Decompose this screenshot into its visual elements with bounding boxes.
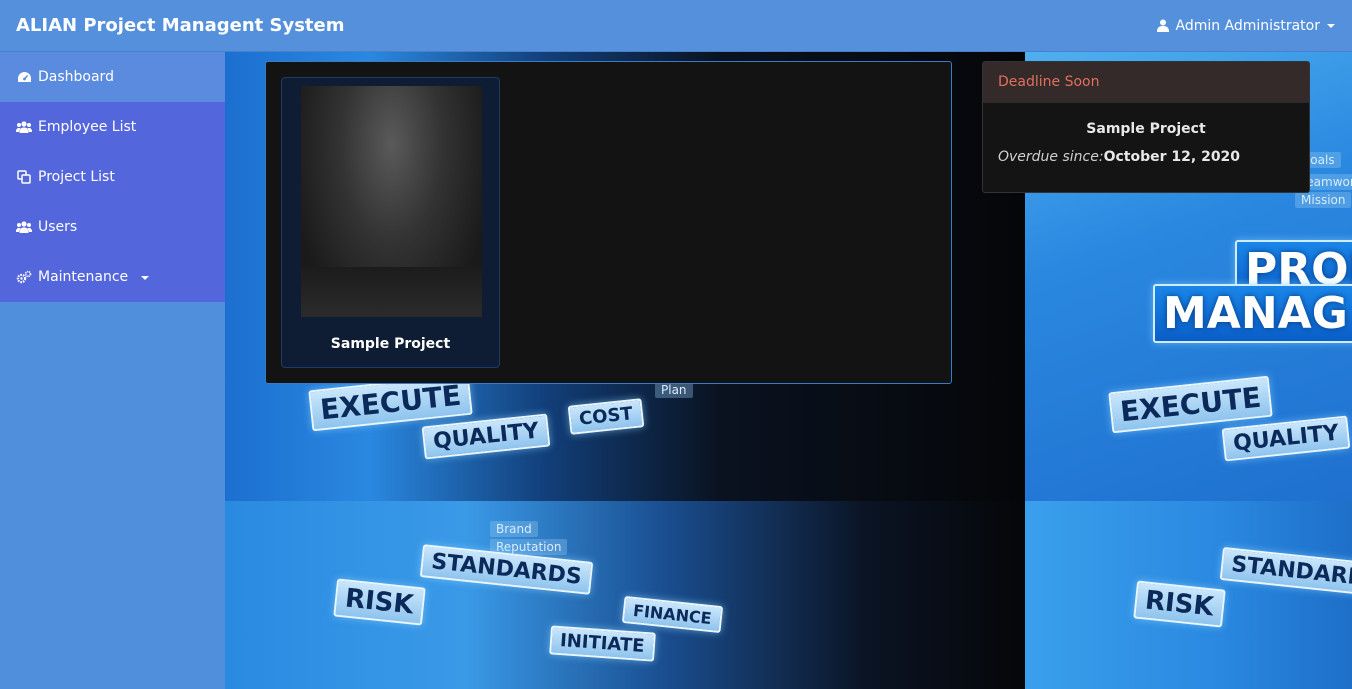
- top-navbar: ALIAN Project Managent System Admin Admi…: [0, 0, 1352, 52]
- overdue-label: Overdue since:: [998, 149, 1104, 165]
- bg-sign: QUALITY: [421, 413, 551, 460]
- cogs-icon: [16, 269, 32, 285]
- caret-down-icon: [140, 269, 150, 285]
- sidebar-item-users[interactable]: Users: [0, 202, 225, 252]
- sidebar-item-label: Maintenance: [38, 269, 129, 285]
- user-icon: [1157, 19, 1170, 32]
- deadline-project-name[interactable]: Sample Project: [983, 121, 1309, 137]
- bg-sign: RISK: [1133, 580, 1226, 628]
- bg-label: Plan: [655, 382, 693, 398]
- overdue-date: October 12, 2020: [1103, 149, 1241, 165]
- caret-down-icon: [1326, 23, 1336, 29]
- sidebar-item-label: Dashboard: [38, 69, 114, 85]
- project-card[interactable]: Sample Project: [281, 77, 500, 368]
- sidebar-item-project-list[interactable]: Project List: [0, 152, 225, 202]
- background-tile: Brand Reputation STANDARDS RISK FINANCE …: [225, 501, 1025, 689]
- project-title: Sample Project: [330, 336, 451, 352]
- bg-sign: EXECUTE: [1108, 375, 1274, 434]
- sidebar-item-maintenance[interactable]: Maintenance: [0, 252, 225, 302]
- bg-sign: INITIATE: [549, 625, 656, 662]
- deadline-card: Deadline Soon Sample Project Overdue sin…: [982, 61, 1310, 193]
- copy-icon: [16, 169, 32, 185]
- users-icon: [16, 219, 32, 235]
- sidebar-item-dashboard[interactable]: Dashboard: [0, 52, 225, 102]
- sidebar: Dashboard Employee List Project List Use…: [0, 52, 225, 689]
- deadline-header: Deadline Soon: [983, 62, 1309, 103]
- deadline-overdue: Overdue since:October 12, 2020: [983, 149, 1309, 165]
- project-thumbnail: [301, 86, 482, 317]
- bg-sign: COST: [567, 398, 645, 435]
- dashboard-icon: [16, 69, 32, 85]
- background-tile: STANDARD RISK: [1025, 501, 1352, 689]
- bg-label: Brand: [490, 521, 538, 537]
- sidebar-item-label: Employee List: [38, 119, 137, 135]
- bg-label: Mission: [1295, 192, 1352, 208]
- sidebar-item-employee-list[interactable]: Employee List: [0, 102, 225, 152]
- user-name: Admin Administrator: [1175, 17, 1320, 34]
- projects-panel: Sample Project: [265, 61, 952, 384]
- bg-sign: QUALITY: [1221, 415, 1351, 462]
- users-icon: [16, 119, 32, 135]
- sidebar-item-label: Project List: [38, 169, 115, 185]
- app-title[interactable]: ALIAN Project Managent System: [16, 15, 345, 36]
- bg-sign: RISK: [333, 578, 426, 626]
- bg-sign: MANAG: [1153, 284, 1352, 343]
- sidebar-item-label: Users: [38, 219, 78, 235]
- user-menu[interactable]: Admin Administrator: [1157, 18, 1336, 34]
- bg-sign: STANDARD: [1219, 546, 1352, 597]
- bg-sign: FINANCE: [621, 595, 723, 634]
